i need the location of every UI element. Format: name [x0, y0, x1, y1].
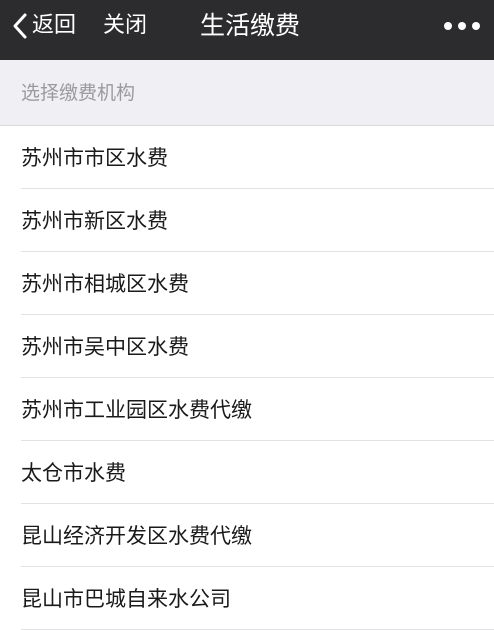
list-item[interactable]: 苏州市工业园区水费代缴 — [0, 378, 494, 441]
list-item[interactable]: 昆山经济开发区水费代缴 — [0, 504, 494, 567]
list-item[interactable]: 昆山市巴城自来水公司 — [0, 567, 494, 630]
list-item[interactable]: 苏州市新区水费 — [0, 189, 494, 252]
list-item-label: 昆山经济开发区水费代缴 — [21, 524, 252, 548]
back-button[interactable]: 返回 — [12, 10, 76, 42]
list-item[interactable]: 苏州市市区水费 — [0, 126, 494, 189]
section-header: 选择缴费机构 — [0, 60, 494, 126]
navbar: 返回 关闭 生活缴费 — [0, 0, 494, 60]
more-button[interactable] — [442, 14, 482, 38]
list-item[interactable]: 苏州市吴中区水费 — [0, 315, 494, 378]
section-label: 选择缴费机构 — [21, 82, 136, 104]
list-item[interactable]: 苏州市相城区水费 — [0, 252, 494, 315]
list-item-label: 苏州市相城区水费 — [21, 272, 189, 296]
list-item-label: 苏州市工业园区水费代缴 — [21, 398, 252, 422]
list-item-label: 苏州市市区水费 — [21, 146, 168, 170]
more-dots-icon — [444, 22, 480, 30]
back-label: 返回 — [32, 13, 77, 38]
chevron-left-icon — [13, 13, 27, 39]
list-item-label: 苏州市吴中区水费 — [21, 335, 189, 359]
page-title: 生活缴费 — [199, 11, 300, 40]
list-item[interactable]: 太仓市水费 — [0, 441, 494, 504]
list-item-label: 太仓市水费 — [21, 461, 126, 485]
list-item-label: 苏州市新区水费 — [21, 209, 168, 233]
list-item-label: 昆山市巴城自来水公司 — [21, 587, 231, 611]
institution-list: 苏州市市区水费 苏州市新区水费 苏州市相城区水费 苏州市吴中区水费 苏州市工业园… — [0, 126, 494, 630]
close-button[interactable]: 关闭 — [103, 10, 147, 42]
